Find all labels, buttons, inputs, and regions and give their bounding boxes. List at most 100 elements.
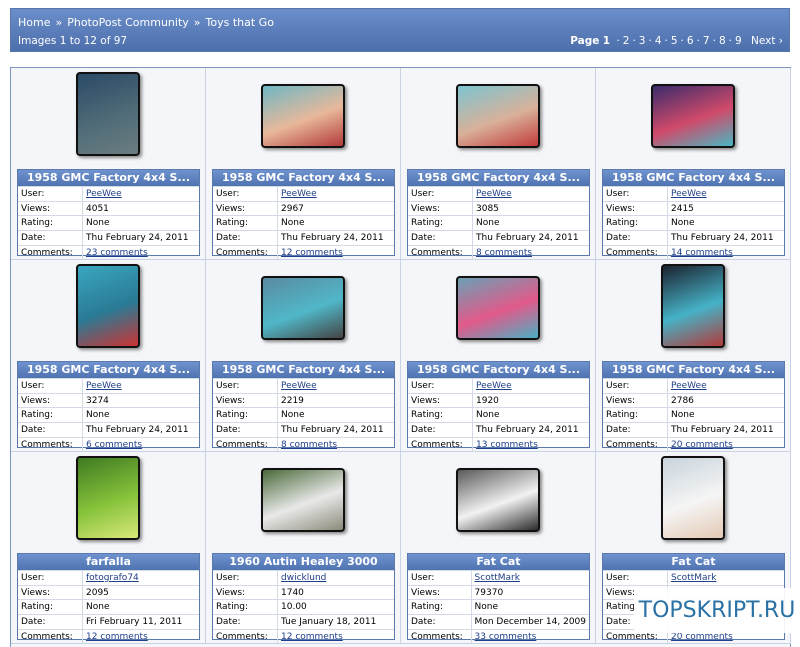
meta-label-views: Views: (18, 200, 83, 216)
user-link[interactable]: PeeWee (86, 381, 122, 391)
pagination-next-link[interactable]: Next › (751, 35, 783, 47)
fat-cat-photo[interactable] (456, 468, 540, 532)
meta-label-date: Date: (603, 422, 668, 438)
user-link[interactable]: PeeWee (671, 381, 707, 391)
meta-row-rating: Rating: None (603, 407, 784, 423)
user-link[interactable]: PeeWee (86, 189, 122, 199)
meta-label-views: Views: (18, 584, 83, 600)
pagination-page-link[interactable]: 3 (639, 35, 646, 47)
meta-row-views: Views: 2095 (18, 584, 199, 600)
image-meta-table: User: PeeWee Views: 1920 Rating: None Date: Thu… (408, 378, 589, 452)
meta-row-comments: Comments: 8 comments (408, 244, 589, 260)
user-link[interactable]: PeeWee (281, 381, 317, 391)
pagination-label: Page (570, 35, 600, 47)
meta-label-user: User: (603, 570, 668, 586)
image-title[interactable]: 1958 GMC Factory 4x4 S... (18, 170, 199, 186)
meta-label-user: User: (18, 378, 83, 394)
white-cat-photo[interactable] (661, 456, 725, 540)
image-title[interactable]: 1958 GMC Factory 4x4 S... (18, 362, 199, 378)
meta-value-date: Mon December 14, 2009 (471, 614, 589, 630)
meta-label-user: User: (18, 186, 83, 202)
comments-link[interactable]: 12 comments (281, 248, 343, 258)
comments-link[interactable]: 23 comments (86, 248, 148, 258)
meta-label-user: User: (408, 378, 473, 394)
breadcrumb-category-link[interactable]: Toys that Go (206, 16, 274, 29)
image-title[interactable]: 1958 GMC Factory 4x4 S... (603, 362, 784, 378)
caterpillar-photo[interactable] (76, 456, 140, 540)
user-link[interactable]: PeeWee (476, 189, 512, 199)
meta-label-comments: Comments: (603, 436, 668, 452)
user-link[interactable]: PeeWee (281, 189, 317, 199)
comments-link[interactable]: 8 comments (281, 440, 337, 450)
image-title[interactable]: Fat Cat (603, 554, 784, 570)
meta-row-rating: Rating: 10.00 (213, 599, 394, 615)
meta-label-rating: Rating: (213, 215, 278, 231)
pagination-page-link[interactable]: 6 (687, 35, 694, 47)
image-title[interactable]: 1958 GMC Factory 4x4 S... (213, 170, 394, 186)
meta-label-rating: Rating: (18, 407, 83, 423)
meta-row-date: Date: Mon December 14, 2009 (408, 614, 589, 630)
user-link[interactable]: ScottMark (671, 573, 716, 583)
meta-row-views: Views: 3085 (408, 200, 589, 216)
comments-link[interactable]: 6 comments (86, 440, 142, 450)
image-title[interactable]: 1958 GMC Factory 4x4 S... (213, 362, 394, 378)
comments-link[interactable]: 8 comments (476, 248, 532, 258)
comments-link[interactable]: 12 comments (86, 632, 148, 642)
pagination-page-link[interactable]: 5 (671, 35, 678, 47)
meta-label-rating: Rating: (603, 407, 668, 423)
meta-label-views: Views: (213, 584, 278, 600)
meta-row-user: User: PeeWee (18, 378, 199, 394)
meta-row-date: Date: Thu February 24, 2011 (408, 422, 589, 438)
comments-link[interactable]: 13 comments (476, 440, 538, 450)
breadcrumb-home-link[interactable]: Home (18, 16, 50, 29)
comments-link[interactable]: 12 comments (281, 632, 343, 642)
image-title[interactable]: farfalla (18, 554, 199, 570)
comments-link[interactable]: 33 comments (475, 632, 537, 642)
image-title[interactable]: Fat Cat (408, 554, 589, 570)
meta-label-rating: Rating: (603, 215, 668, 231)
pagination-page-link[interactable]: 2 (623, 35, 630, 47)
image-info-box: 1958 GMC Factory 4x4 S... User: PeeWee View… (602, 169, 785, 260)
meta-row-date: Date: Thu February 24, 2011 (603, 422, 784, 438)
user-link[interactable]: dwicklund (281, 573, 326, 583)
user-link[interactable]: ScottMark (475, 573, 520, 583)
meta-label-rating: Rating: (408, 407, 473, 423)
pagination-page-link[interactable]: 4 (655, 35, 662, 47)
comments-link[interactable]: 20 comments (671, 632, 733, 642)
image-title[interactable]: 1958 GMC Factory 4x4 S... (603, 170, 784, 186)
user-link[interactable]: fotografo74 (86, 573, 139, 583)
comments-link[interactable]: 14 comments (671, 248, 733, 258)
meta-label-comments: Comments: (408, 436, 473, 452)
meta-row-comments: Comments: 33 comments (408, 628, 589, 644)
image-card: Fat Cat User: ScottMark Views: 79370 Rating: N… (401, 452, 596, 644)
image-title[interactable]: 1958 GMC Factory 4x4 S... (408, 362, 589, 378)
truck-group-photo[interactable] (261, 276, 345, 340)
image-title[interactable]: 1960 Autin Healey 3000 (213, 554, 394, 570)
breadcrumb-separator: » (193, 16, 201, 29)
meta-value-views: 3274 (82, 392, 199, 408)
pagination-page-link[interactable]: 9 (735, 35, 742, 47)
user-link[interactable]: PeeWee (476, 381, 512, 391)
image-card: 1958 GMC Factory 4x4 S... User: PeeWee View… (401, 260, 596, 452)
pinup-girls-photo[interactable] (261, 84, 345, 148)
pagination-page-link[interactable]: 8 (719, 35, 726, 47)
image-title[interactable]: 1958 GMC Factory 4x4 S... (408, 170, 589, 186)
comments-link[interactable]: 20 comments (671, 440, 733, 450)
breadcrumb-community-link[interactable]: PhotoPost Community (67, 16, 189, 29)
image-card: farfalla User: fotografo74 Views: 2095 Rating… (11, 452, 206, 644)
meta-row-user: User: PeeWee (408, 378, 589, 394)
truck-group-photo[interactable] (456, 276, 540, 340)
meta-value-user: PeeWee (472, 186, 589, 202)
meta-row-date: Date: Thu February 24, 2011 (213, 230, 394, 246)
white-car-photo[interactable] (261, 468, 345, 532)
meta-row-rating: Rating: None (213, 407, 394, 423)
truck-sunset-photo[interactable] (651, 84, 735, 148)
user-link[interactable]: PeeWee (671, 189, 707, 199)
truck-front-photo[interactable] (76, 72, 140, 156)
truck-girl-photo[interactable] (76, 264, 140, 348)
image-meta-table: User: dwicklund Views: 1740 Rating: 10.00 Date… (213, 570, 394, 644)
pagination-page-link[interactable]: 7 (703, 35, 710, 47)
pinup-girls-photo[interactable] (456, 84, 540, 148)
truck-girl-photo[interactable] (661, 264, 725, 348)
meta-value-rating: None (82, 407, 199, 423)
